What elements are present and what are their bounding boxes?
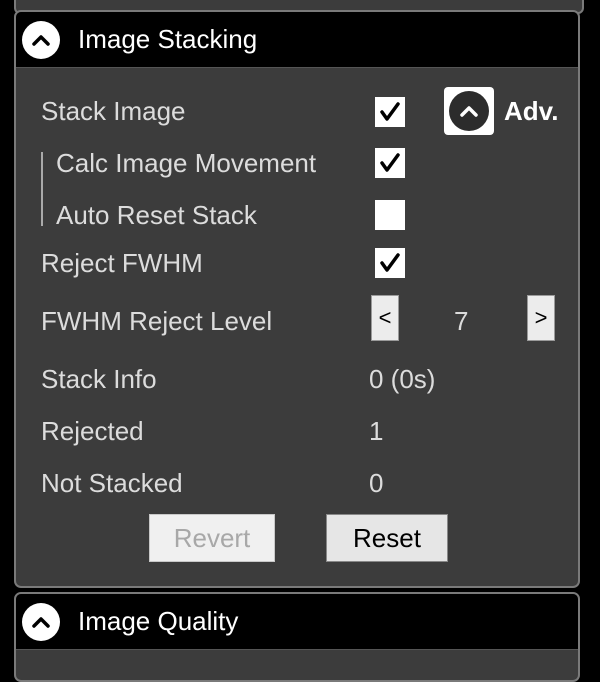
stack-info-value: 0 (0s) [369,364,436,394]
reset-button[interactable]: Reset [326,514,448,562]
check-icon [380,153,400,172]
advanced-label: Adv. [504,96,559,126]
stack-image-label: Stack Image [41,96,186,126]
collapse-quality-button[interactable] [22,602,60,641]
not-stacked-value: 0 [369,468,384,498]
auto-reset-stack-label: Auto Reset Stack [56,200,257,230]
collapse-stacking-button[interactable] [22,20,60,59]
fwhm-reject-level-label: FWHM Reject Level [41,306,273,336]
not-stacked-label: Not Stacked [41,468,183,498]
reject-fwhm-label: Reject FWHM [41,248,203,278]
stack-info-label: Stack Info [41,364,157,394]
fwhm-reject-level-value: 7 [454,306,469,336]
indent-divider [41,152,43,226]
chevron-up-icon [460,106,478,117]
rejected-label: Rejected [41,416,144,446]
stack-image-checkbox[interactable] [375,97,405,127]
image-stacking-panel: Image Stacking Stack Image Adv. Calc Ima… [14,10,580,588]
image-quality-header[interactable]: Image Quality [16,594,578,650]
check-icon [380,102,400,121]
rejected-value: 1 [369,416,384,446]
auto-reset-stack-checkbox[interactable] [375,200,405,230]
chevron-up-icon [32,616,50,628]
fwhm-decrement-button[interactable]: < [371,295,399,341]
image-stacking-header[interactable]: Image Stacking [16,12,578,68]
chevron-up-icon [32,34,50,46]
panel-title: Image Quality [78,606,239,636]
reject-fwhm-checkbox[interactable] [375,248,405,278]
fwhm-increment-button[interactable]: > [527,295,555,341]
panel-title: Image Stacking [78,24,258,54]
check-icon [380,253,400,272]
advanced-toggle-button[interactable] [444,87,494,135]
image-quality-panel: Image Quality [14,592,580,682]
calc-image-movement-checkbox[interactable] [375,148,405,178]
calc-image-movement-label: Calc Image Movement [56,148,317,178]
revert-button[interactable]: Revert [149,514,275,562]
